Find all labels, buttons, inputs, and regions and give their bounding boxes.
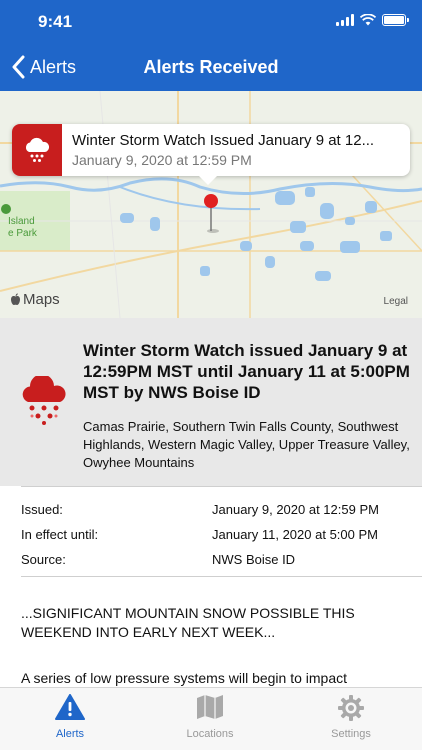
callout-tail xyxy=(198,175,218,185)
effect-label: In effect until: xyxy=(21,527,99,542)
callout-title: Winter Storm Watch Issued January 9 at 1… xyxy=(72,132,375,149)
wifi-icon xyxy=(360,14,376,26)
tab-settings[interactable]: Settings xyxy=(301,694,401,740)
back-button[interactable]: Alerts xyxy=(12,55,76,79)
callout-subtitle: January 9, 2020 at 12:59 PM xyxy=(72,152,252,168)
divider xyxy=(21,486,422,487)
source-label: Source: xyxy=(21,552,66,567)
issued-value: January 9, 2020 at 12:59 PM xyxy=(212,502,379,517)
tab-locations[interactable]: Locations xyxy=(160,694,260,740)
tab-alerts-label: Alerts xyxy=(55,728,85,740)
issued-label: Issued: xyxy=(21,502,63,517)
alert-title: Winter Storm Watch issued January 9 at 1… xyxy=(83,341,410,402)
status-time: 9:41 xyxy=(38,12,73,31)
map-callout[interactable]: Winter Storm Watch Issued January 9 at 1… xyxy=(12,124,410,176)
battery-icon xyxy=(382,14,409,26)
alert-headline: ...SIGNIFICANT MOUNTAIN SNOW POSSIBLE TH… xyxy=(21,605,355,640)
warning-triangle-icon xyxy=(55,694,85,720)
maps-logo: Maps xyxy=(10,291,60,308)
tab-settings-label: Settings xyxy=(331,728,371,740)
divider xyxy=(21,576,422,577)
chevron-left-icon xyxy=(12,55,25,79)
snow-cloud-icon xyxy=(25,137,50,162)
tab-alerts[interactable]: Alerts xyxy=(20,694,120,740)
legal-link[interactable]: Legal xyxy=(384,296,408,307)
tab-bar: Alerts Locations Settings xyxy=(0,687,422,750)
alert-description: A series of low pressure systems will be… xyxy=(21,670,348,686)
map-place-label-line-1: Island xyxy=(8,216,35,227)
status-icons xyxy=(336,14,409,26)
alert-icon-box xyxy=(12,124,62,176)
cellular-signal-icon xyxy=(336,14,354,26)
map-place-label-line-2: e Park xyxy=(8,228,37,239)
map-place-label: Island e Park xyxy=(8,216,37,240)
apple-logo-icon xyxy=(11,293,20,306)
source-value: NWS Boise ID xyxy=(212,552,296,567)
map-icon xyxy=(197,695,223,719)
alert-summary: Winter Storm Watch issued January 9 at 1… xyxy=(0,318,422,486)
back-label: Alerts xyxy=(30,56,77,77)
alert-areas: Camas Prairie, Southern Twin Falls Count… xyxy=(83,419,410,470)
effect-value: January 11, 2020 at 5:00 PM xyxy=(212,527,378,542)
maps-label: Maps xyxy=(23,291,60,308)
map-view[interactable]: Island e Park Winter Storm Watch Issued … xyxy=(0,91,422,318)
tab-locations-label: Locations xyxy=(186,728,234,740)
header: 9:41 Alerts Alerts Received xyxy=(0,0,422,91)
snow-cloud-icon xyxy=(22,376,66,425)
gear-icon xyxy=(338,695,364,721)
